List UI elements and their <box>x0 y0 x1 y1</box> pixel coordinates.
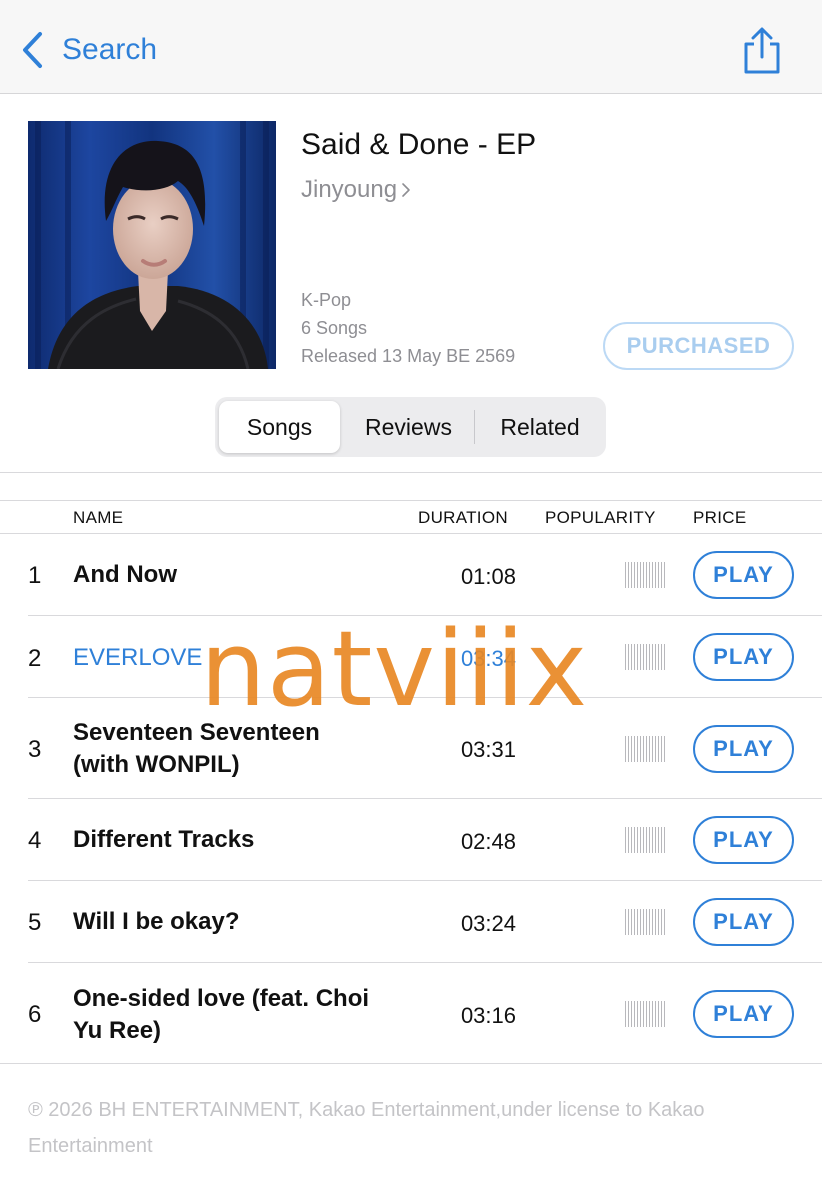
back-button[interactable]: Search <box>20 30 157 70</box>
track-duration: 01:08 <box>460 564 516 589</box>
navigation-bar: Search <box>0 0 822 94</box>
header-divider <box>0 533 822 534</box>
album-song-count: 6 Songs <box>301 318 368 338</box>
track-duration: 03:31 <box>460 737 516 762</box>
column-header-duration: DURATION <box>418 508 508 527</box>
popularity-bar <box>625 1001 665 1027</box>
track-number: 1 <box>28 562 42 589</box>
popularity-bar <box>625 562 665 588</box>
artist-link[interactable]: Jinyoung <box>301 176 411 204</box>
back-label: Search <box>62 33 158 66</box>
track-number: 3 <box>28 736 42 763</box>
artist-name: Jinyoung <box>301 176 398 203</box>
row-divider <box>28 697 822 698</box>
column-header-popularity: POPULARITY <box>545 508 656 527</box>
share-icon[interactable] <box>740 26 784 76</box>
row-divider <box>28 962 822 963</box>
album-release-date: Released 13 May BE 2569 <box>301 346 516 366</box>
tab-divider <box>474 410 475 444</box>
track-name[interactable]: Will I be okay? <box>73 906 373 938</box>
play-button[interactable]: PLAY <box>693 725 794 773</box>
track-number: 6 <box>28 1001 42 1028</box>
popularity-bar <box>625 736 665 762</box>
album-title: Said & Done - EP <box>301 128 537 161</box>
track-number: 5 <box>28 909 42 936</box>
play-button[interactable]: PLAY <box>693 816 794 864</box>
track-name[interactable]: Different Tracks <box>73 824 373 856</box>
track-duration: 03:34 <box>460 646 516 671</box>
album-artwork <box>28 121 276 369</box>
column-header-price: PRICE <box>693 508 747 527</box>
play-button[interactable]: PLAY <box>693 633 794 681</box>
section-divider <box>0 472 822 473</box>
track-name[interactable]: One-sided love (feat. Choi Yu Ree) <box>73 983 373 1047</box>
tab-songs[interactable]: Songs <box>219 401 340 453</box>
track-duration: 02:48 <box>460 829 516 854</box>
track-name[interactable]: And Now <box>73 559 373 591</box>
track-name[interactable]: EVERLOVE <box>73 642 373 674</box>
table-top-divider <box>0 500 822 501</box>
purchased-button[interactable]: PURCHASED <box>603 322 794 370</box>
chevron-left-icon <box>23 32 42 68</box>
play-button[interactable]: PLAY <box>693 551 794 599</box>
popularity-bar <box>625 827 665 853</box>
row-divider <box>28 880 822 881</box>
row-divider <box>28 798 822 799</box>
track-number: 4 <box>28 827 42 854</box>
popularity-bar <box>625 644 665 670</box>
popularity-bar <box>625 909 665 935</box>
track-name[interactable]: Seventeen Seventeen (with WONPIL) <box>73 717 373 781</box>
row-divider <box>28 615 822 616</box>
tab-reviews[interactable]: Reviews <box>343 401 474 453</box>
play-button[interactable]: PLAY <box>693 898 794 946</box>
album-genre: K-Pop <box>301 290 352 310</box>
tab-related[interactable]: Related <box>476 401 604 453</box>
track-duration: 03:16 <box>460 1003 516 1028</box>
track-duration: 03:24 <box>460 911 516 936</box>
copyright-notice: ℗ 2026 BH ENTERTAINMENT, Kakao Entertain… <box>28 1099 705 1157</box>
track-number: 2 <box>28 645 42 672</box>
column-header-name: NAME <box>73 508 124 527</box>
table-bottom-divider <box>0 1063 822 1064</box>
chevron-right-icon <box>402 183 410 197</box>
play-button[interactable]: PLAY <box>693 990 794 1038</box>
